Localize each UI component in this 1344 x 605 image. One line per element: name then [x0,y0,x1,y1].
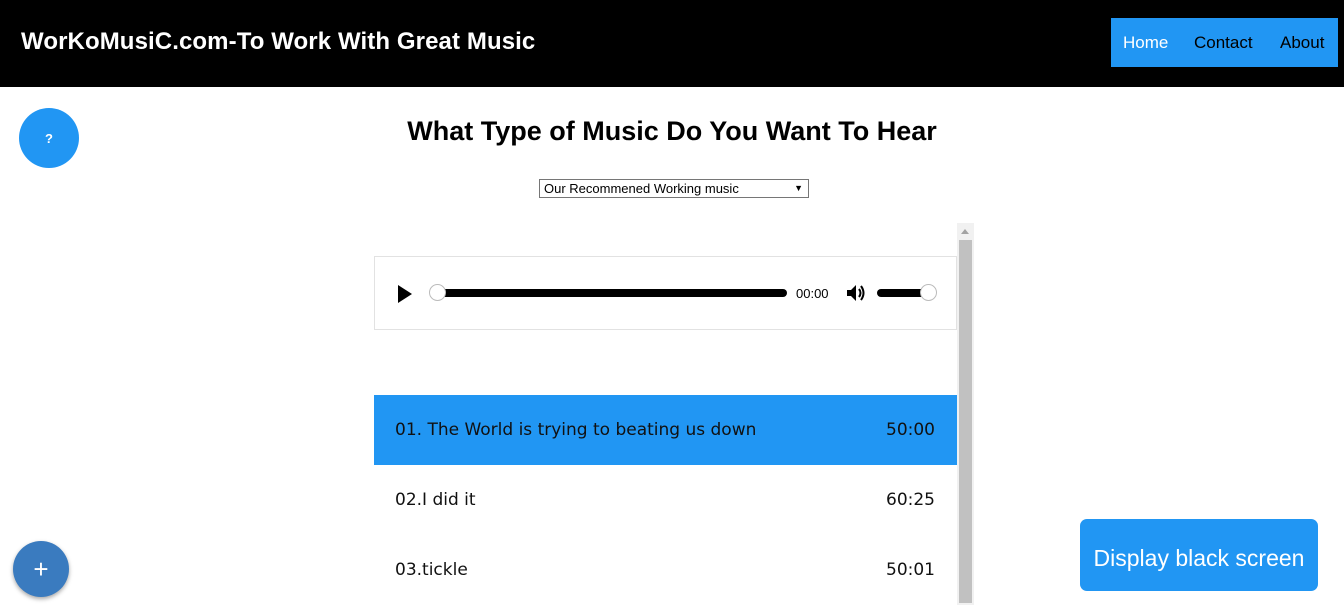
nav-contact-link[interactable]: Contact [1194,33,1253,53]
nav-about-link[interactable]: About [1280,33,1324,53]
play-icon[interactable] [398,285,412,303]
seek-bar[interactable] [438,289,787,297]
playlist-item[interactable]: 01. The World is trying to beating us do… [374,395,957,465]
site-title: WorKoMusiC.com-To Work With Great Music [21,28,536,55]
seek-handle[interactable] [429,284,446,301]
nav-menu: Home Contact About [1111,18,1338,67]
track-duration: 50:01 [886,560,935,580]
volume-icon[interactable] [846,284,866,302]
playlist-panel: 00:00 01. The World is trying to beating… [374,223,974,605]
nav-home-link[interactable]: Home [1123,33,1168,53]
volume-handle[interactable] [920,284,937,301]
display-black-screen-button[interactable]: Display black screen [1080,519,1318,591]
scrollbar-thumb[interactable] [959,240,972,603]
track-duration: 50:00 [886,420,935,440]
playlist-scrollbar[interactable] [957,223,974,605]
audio-player: 00:00 [374,256,957,330]
top-navbar: WorKoMusiC.com-To Work With Great Music … [0,0,1344,87]
dropdown-arrow-icon: ▼ [794,183,803,193]
playlist-item[interactable]: 02.I did it 60:25 [374,465,957,535]
track-title: 02.I did it [395,490,476,510]
track-duration: 60:25 [886,490,935,510]
music-type-select[interactable]: Our Recommened Working music ▼ [539,179,809,198]
scroll-up-arrow-icon[interactable] [961,229,969,234]
add-button[interactable]: + [13,541,69,597]
current-time: 00:00 [796,286,829,301]
music-type-select-value: Our Recommened Working music [544,181,739,196]
playlist-item[interactable]: 03.tickle 50:01 [374,535,957,605]
page-title: What Type of Music Do You Want To Hear [407,116,937,146]
track-title: 01. The World is trying to beating us do… [395,420,757,440]
track-title: 03.tickle [395,560,468,580]
